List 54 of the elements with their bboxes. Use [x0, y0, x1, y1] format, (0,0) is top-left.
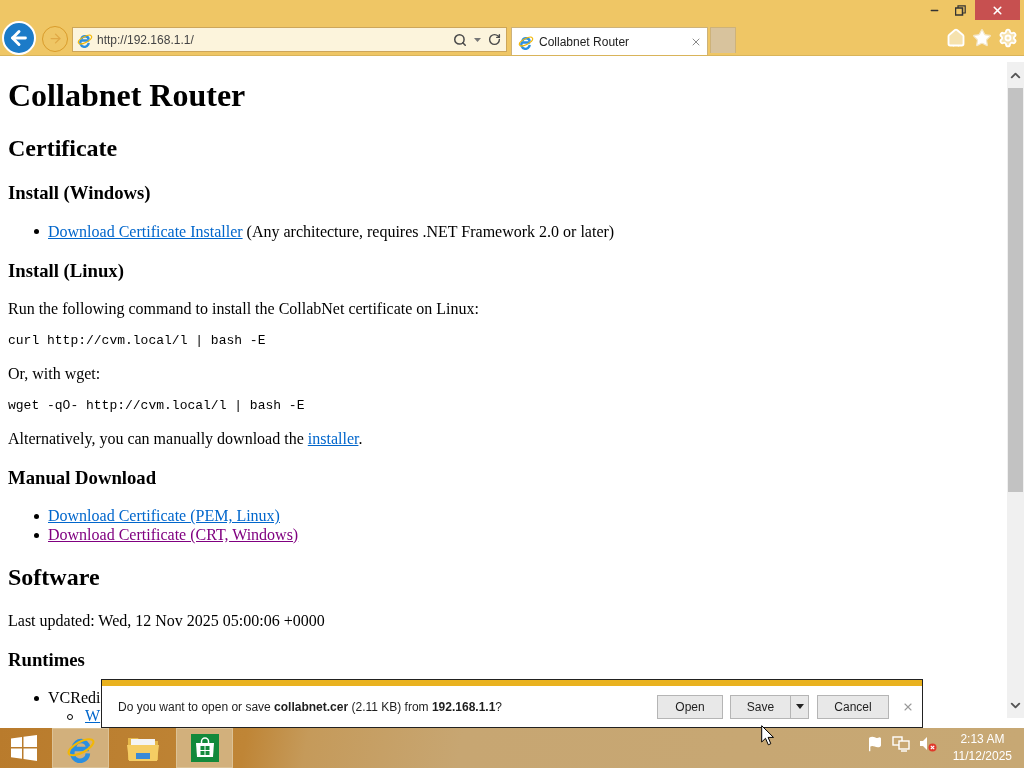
link[interactable]: W: [85, 707, 101, 725]
taskbar-app-button[interactable]: [52, 728, 109, 768]
browser-tab[interactable]: Collabnet Router: [511, 27, 708, 55]
volume-muted-icon: [918, 736, 937, 752]
subsection-heading: Manual Download: [8, 467, 158, 489]
scrollbar[interactable]: [1007, 62, 1024, 718]
list-item-text: VCRedi: [48, 689, 101, 708]
shopping-bag-icon: [190, 734, 219, 762]
flag-icon[interactable]: [866, 736, 883, 752]
paragraph: Alternatively, you can manually download the installer.: [8, 430, 364, 449]
section-heading: Certificate: [8, 134, 119, 163]
caret-icon: [795, 704, 804, 709]
windows-logo-icon: [11, 735, 37, 761]
subsection-heading: Install (Windows): [8, 182, 152, 204]
address-bar[interactable]: http://192.168.1.1/: [72, 27, 507, 52]
bullet-icon: [34, 532, 39, 538]
favorites-star-icon[interactable]: [972, 28, 992, 48]
paragraph: Run the following command to install the CollabNet certificate on Linux:: [8, 299, 480, 319]
link[interactable]: Download Certificate Installer: [48, 222, 243, 240]
page-icon: [77, 31, 93, 48]
dialog-button[interactable]: Cancel: [817, 694, 889, 719]
bullet-icon: [34, 514, 39, 520]
code-line: wget -qO- http://cvm.local/l | bash -E: [8, 399, 306, 415]
dropdown-button[interactable]: [791, 694, 809, 719]
bullet-icon: [34, 695, 39, 701]
link[interactable]: Download Certificate (CRT, Windows): [48, 525, 299, 543]
scrollbar-thumb[interactable]: [1008, 88, 1023, 492]
restore-icon: [954, 4, 966, 16]
clock-date: 11/12/2025: [952, 748, 1012, 765]
subsection-heading: Install (Linux): [8, 259, 125, 282]
page-heading: Collabnet Router: [8, 77, 247, 114]
paragraph: Last updated: Wed, 12 Nov 2025 05:00:06 +0000: [8, 611, 326, 631]
taskbar-app-button[interactable]: [176, 728, 233, 768]
clock-time: 2:13 AM: [960, 731, 1005, 748]
bullet-icon: [34, 229, 39, 235]
dialog-button[interactable]: Save: [730, 694, 791, 719]
link[interactable]: installer: [307, 430, 359, 448]
back-button[interactable]: [2, 20, 36, 55]
code-line: curl http://cvm.local/l | bash -E: [8, 334, 267, 349]
tab-page-icon: [518, 33, 534, 50]
download-prompt: Do you want to open or save collabnet.cer (2.11 KB) from 192.168.1.1?: [118, 698, 503, 716]
link[interactable]: Download Certificate (PEM, Linux): [48, 507, 280, 525]
forward-arrow-icon: [47, 31, 63, 46]
section-heading: Software: [8, 564, 101, 592]
close-icon: [991, 3, 1004, 17]
search-icon: [453, 32, 467, 47]
dialog-button[interactable]: Open: [657, 694, 723, 719]
paragraph: Or, with wget:: [8, 364, 102, 384]
subsection-heading: Runtimes: [8, 648, 86, 671]
refresh-icon: [487, 33, 501, 46]
tab-title: Collabnet Router: [539, 33, 630, 51]
network-icon: [891, 736, 910, 752]
caret-icon: [473, 37, 481, 42]
list-item-text: Download Certificate Installer (Any architecture, requires .NET Framework 2.0 or later): [48, 222, 615, 241]
